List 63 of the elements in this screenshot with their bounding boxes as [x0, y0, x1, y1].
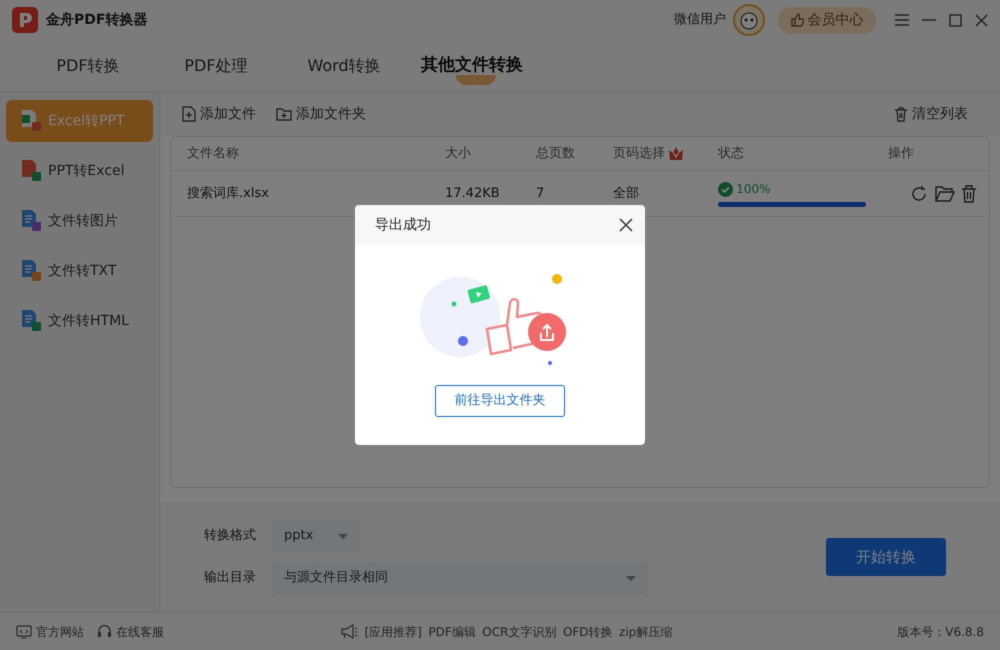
- column-header: 总页数: [536, 144, 575, 163]
- app-link[interactable]: zip解压缩: [619, 622, 672, 640]
- add-file-button[interactable]: 添加文件: [182, 104, 256, 124]
- tab[interactable]: Word转换: [280, 40, 408, 91]
- table-cell-text: 7: [536, 184, 546, 203]
- output-label: 输出目录: [204, 569, 257, 588]
- table-cell-text: 17.42KB: [445, 184, 501, 203]
- close-icon[interactable]: [619, 218, 633, 232]
- caret-icon: [338, 534, 348, 538]
- refresh-icon[interactable]: [910, 184, 928, 202]
- caret-icon: [626, 576, 636, 580]
- sidebar-item[interactable]: PPT转Excel: [6, 150, 153, 192]
- app-logo-icon: [12, 7, 38, 33]
- table-cell-text: 全部: [613, 184, 640, 203]
- progress-text: 100%: [736, 181, 771, 198]
- monitor-icon: [16, 624, 32, 638]
- file-icon: [20, 309, 42, 333]
- open-export-folder-button[interactable]: 前往导出文件夹: [435, 385, 565, 417]
- thumbs-up-icon: [790, 13, 804, 27]
- file-plus-icon: [182, 106, 196, 122]
- sidebar-item[interactable]: 文件转HTML: [6, 300, 153, 342]
- headset-icon: [97, 624, 112, 639]
- app-link[interactable]: PDF编辑: [428, 622, 476, 640]
- menu-icon[interactable]: [895, 14, 909, 26]
- column-header: 大小: [445, 144, 471, 163]
- app-title: 金舟PDF转换器: [46, 10, 148, 30]
- footer-link[interactable]: 官方网站: [16, 622, 84, 640]
- folder-icon[interactable]: [934, 185, 954, 202]
- start-convert-button[interactable]: 开始转换: [826, 538, 946, 576]
- clear-list-button[interactable]: 清空列表: [894, 104, 968, 124]
- column-header: 状态: [718, 144, 744, 163]
- tab[interactable]: 其他文件转换: [408, 40, 536, 91]
- folder-plus-icon: [276, 107, 292, 121]
- dialog-title: 导出成功: [375, 216, 431, 234]
- recommend-label: [应用推荐]: [364, 624, 422, 640]
- file-icon: [20, 109, 42, 133]
- file-icon: [20, 259, 42, 283]
- file-icon: [20, 209, 42, 233]
- trash-icon[interactable]: [961, 184, 977, 202]
- user-name: 微信用户: [674, 11, 726, 30]
- sidebar-item[interactable]: 文件转图片: [6, 200, 153, 242]
- maximize-icon[interactable]: [949, 14, 962, 26]
- tab[interactable]: PDF处理: [152, 40, 280, 91]
- column-header: 操作: [888, 144, 914, 163]
- app-link[interactable]: OCR文字识别: [482, 622, 556, 640]
- format-label: 转换格式: [204, 527, 257, 546]
- add-folder-button[interactable]: 添加文件夹: [276, 104, 366, 124]
- sidebar-item[interactable]: 文件转TXT: [6, 250, 153, 292]
- check-circle-icon: [718, 182, 733, 196]
- trash-icon: [894, 106, 908, 122]
- tab[interactable]: PDF转换: [24, 40, 152, 91]
- column-header: 页码选择: [613, 144, 665, 163]
- avatar-icon[interactable]: [732, 4, 764, 36]
- table-cell-text: 搜索词库.xlsx: [187, 184, 270, 203]
- megaphone-icon: [340, 624, 358, 639]
- footer-link[interactable]: 在线客服: [97, 622, 164, 640]
- format-select[interactable]: pptx: [272, 520, 360, 552]
- member-center-button[interactable]: 会员中心: [778, 6, 876, 34]
- version-text: 版本号：V6.8.8: [897, 624, 984, 640]
- app-link[interactable]: OFD转换: [562, 622, 613, 640]
- output-select[interactable]: 与源文件目录相同: [272, 562, 648, 594]
- file-icon: [20, 159, 42, 183]
- column-header: 文件名称: [187, 144, 239, 163]
